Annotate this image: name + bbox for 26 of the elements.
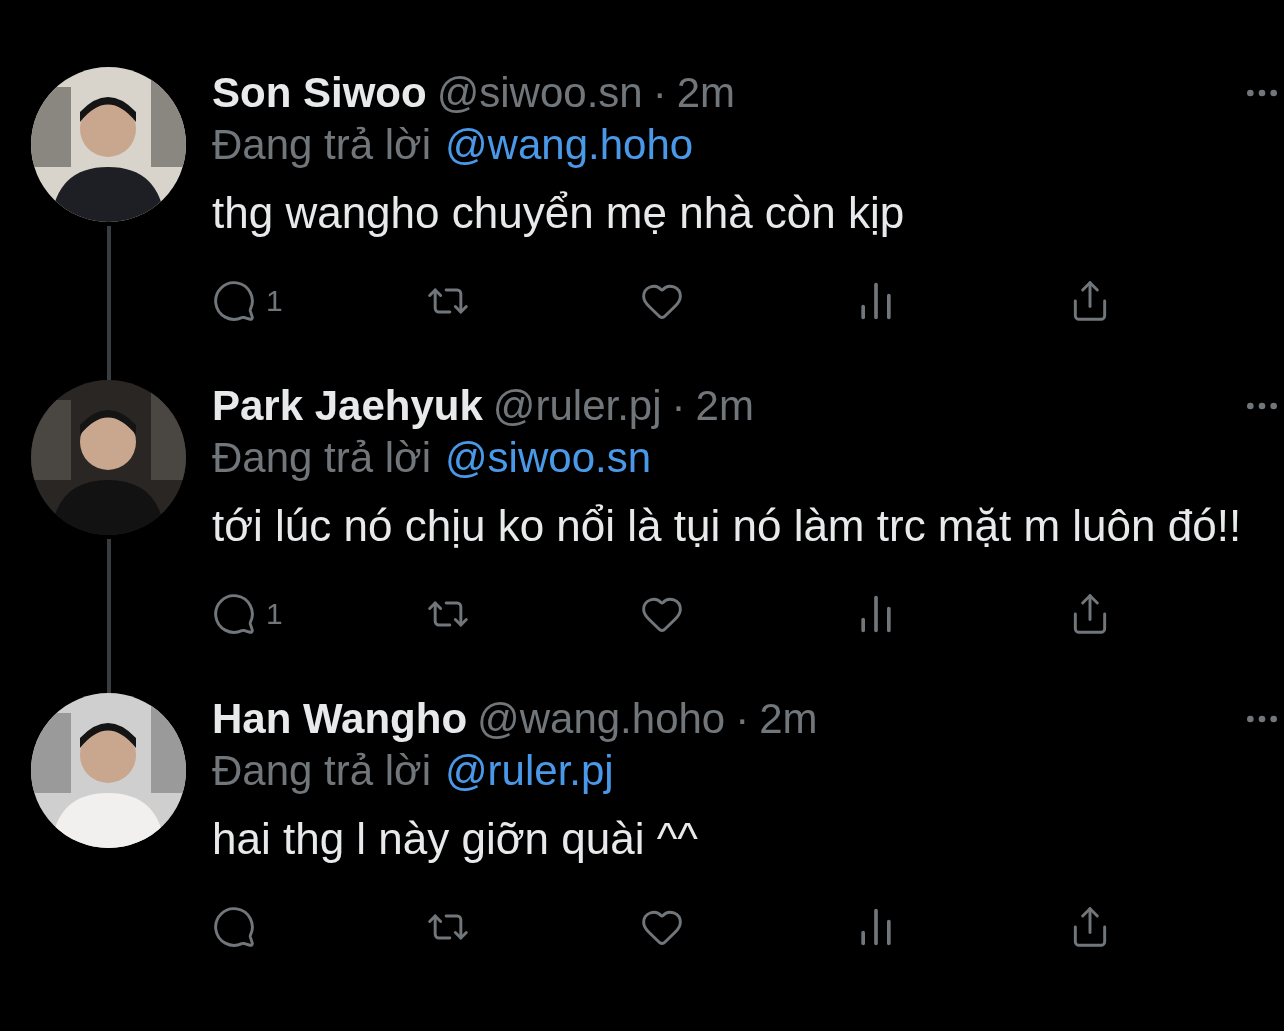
speech-bubble-icon bbox=[212, 905, 256, 949]
separator-dot: · bbox=[652, 69, 667, 117]
timestamp: 2m bbox=[759, 695, 818, 743]
separator-dot: · bbox=[671, 382, 686, 430]
author-name[interactable]: Park Jaehyuk bbox=[212, 382, 483, 430]
author-handle: @ruler.pj bbox=[492, 382, 662, 430]
mention-link[interactable]: @ruler.pj bbox=[444, 747, 614, 795]
separator-dot: · bbox=[735, 695, 750, 743]
reply-button[interactable]: 1 bbox=[212, 276, 426, 326]
author-name[interactable]: Han Wangho bbox=[212, 695, 468, 743]
replying-to-label: Đang trả lời bbox=[212, 121, 431, 169]
timestamp: 2m bbox=[695, 382, 754, 430]
author-handle: @siwoo.sn bbox=[436, 69, 643, 117]
reply-button[interactable]: 1 bbox=[212, 589, 426, 639]
author-name[interactable]: Son Siwoo bbox=[212, 69, 427, 117]
author-handle: @wang.hoho bbox=[477, 695, 726, 743]
mention-link[interactable]: @siwoo.sn bbox=[444, 434, 651, 482]
replying-to-label: Đang trả lời bbox=[212, 434, 431, 482]
tweet-text: hai thg l này giỡn quài ^^ bbox=[212, 813, 699, 865]
speech-bubble-icon bbox=[212, 279, 256, 323]
tweet-text: tới lúc nó chịu ko nổi là tụi nó làm trc mặt m luôn đó!! bbox=[212, 500, 1242, 552]
timestamp: 2m bbox=[676, 69, 736, 117]
replying-to-label: Đang trả lời bbox=[212, 747, 431, 795]
tweet-text: thg wangho chuyển mẹ nhà còn kịp bbox=[212, 187, 906, 239]
speech-bubble-icon bbox=[212, 592, 256, 636]
mention-link[interactable]: @wang.hoho bbox=[444, 121, 694, 169]
